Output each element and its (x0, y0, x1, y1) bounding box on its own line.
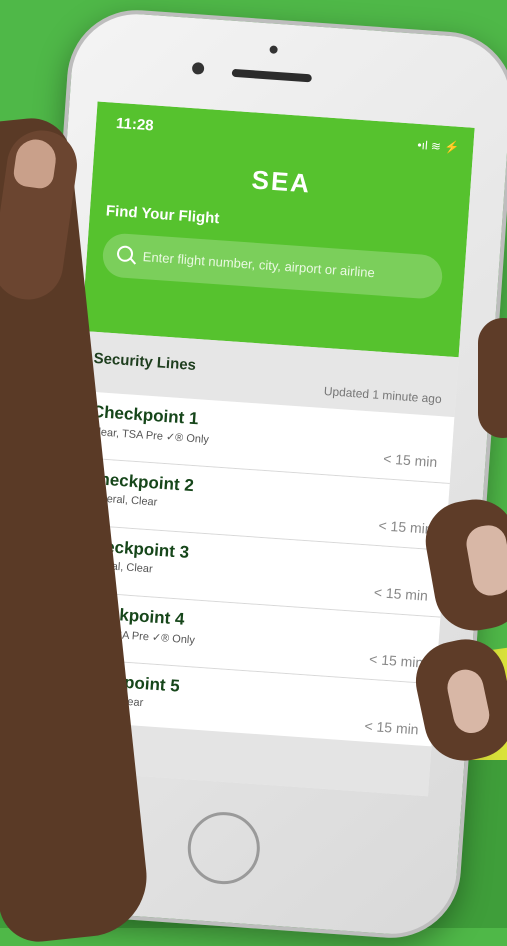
search-placeholder: Enter flight number, city, airport or ai… (142, 249, 376, 281)
security-lines-title: Security Lines (93, 349, 197, 374)
status-time: 11:28 (115, 114, 155, 135)
find-flight-label: Find Your Flight (105, 202, 220, 228)
checkpoint-wait: < 15 min (378, 517, 434, 537)
search-icon (116, 245, 134, 263)
finger-nail (444, 666, 493, 737)
speaker-grille (231, 68, 312, 83)
checkpoint-wait: < 15 min (368, 650, 424, 671)
camera-icon (191, 62, 205, 75)
updated-timestamp: Updated 1 minute ago (323, 383, 443, 407)
proximity-sensor (269, 45, 278, 54)
checkpoint-wait: < 15 min (382, 450, 438, 471)
finger-1 (478, 318, 507, 438)
checkpoint-wait: < 15 min (364, 717, 420, 738)
app-header: 11:28 •ıl ≋ ⚡ SEA Find Your Flight Enter… (81, 101, 475, 358)
thumb-nail (12, 136, 59, 191)
sea-logo: SEA (250, 164, 313, 199)
home-button[interactable] (185, 809, 263, 887)
checkpoint-wait: < 15 min (373, 583, 429, 604)
finger-nail (463, 522, 507, 599)
status-icons: •ıl ≋ ⚡ (416, 137, 460, 155)
flight-search-input[interactable]: Enter flight number, city, airport or ai… (101, 232, 444, 300)
